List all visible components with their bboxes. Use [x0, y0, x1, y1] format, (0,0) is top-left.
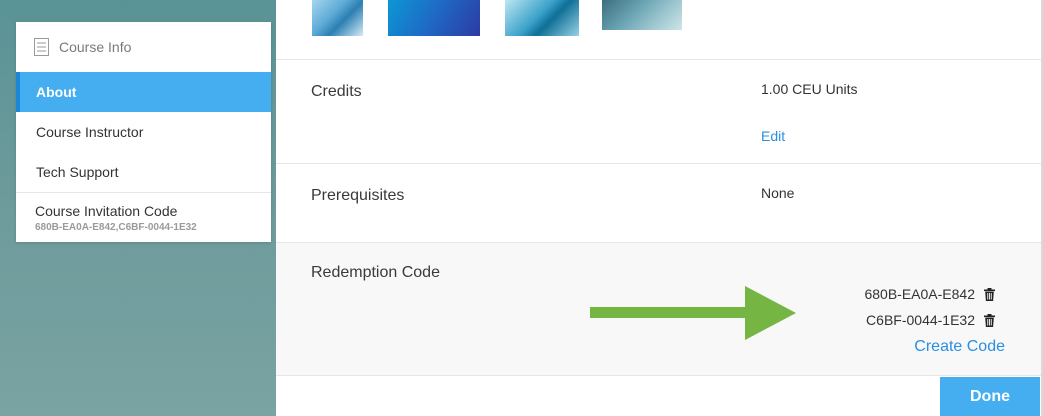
sidebar-header: Course Info — [16, 22, 271, 72]
course-about-panel: Credits 1.00 CEU Units Edit Prerequisite… — [276, 0, 1043, 416]
prerequisites-row: Prerequisites None — [276, 164, 1041, 243]
trash-icon[interactable] — [984, 313, 995, 327]
invitation-code-values: 680B-EA0A-E842,C6BF-0044-1E32 — [35, 222, 197, 233]
prerequisites-label: Prerequisites — [311, 187, 405, 204]
course-image-thumbnails — [276, 0, 1041, 60]
sidebar-header-title: Course Info — [59, 39, 132, 55]
redemption-code-value: 680B-EA0A-E842 — [864, 286, 975, 302]
sidebar-item-label: About — [36, 84, 77, 100]
done-button[interactable]: Done — [940, 377, 1040, 416]
document-icon — [34, 38, 49, 56]
redemption-code-item: 680B-EA0A-E842 — [864, 286, 995, 302]
sidebar-item-label: Course Instructor — [36, 124, 144, 140]
sidebar-item-about[interactable]: About — [16, 72, 271, 112]
sidebar-item-invitation-code[interactable]: Course Invitation Code 680B-EA0A-E842,C6… — [16, 192, 271, 242]
green-arrow-annotation — [590, 286, 796, 340]
credits-row: Credits 1.00 CEU Units Edit — [276, 60, 1041, 164]
redemption-code-row: Redemption Code 680B-EA0A-E842 C6BF-0044… — [276, 243, 1041, 376]
course-image-thumbnail[interactable] — [505, 0, 579, 36]
course-sidebar: Course Info About Course Instructor Tech… — [16, 22, 271, 242]
course-image-thumbnail[interactable] — [602, 0, 682, 30]
redemption-code-label: Redemption Code — [311, 264, 440, 281]
sidebar-item-course-instructor[interactable]: Course Instructor — [16, 112, 271, 152]
sidebar-item-label: Tech Support — [36, 164, 119, 180]
invitation-code-label: Course Invitation Code — [35, 203, 178, 219]
redemption-code-value: C6BF-0044-1E32 — [866, 312, 975, 328]
edit-credits-link[interactable]: Edit — [761, 128, 785, 144]
redemption-code-item: C6BF-0044-1E32 — [866, 312, 995, 328]
credits-value: 1.00 CEU Units — [761, 81, 858, 97]
credits-label: Credits — [311, 83, 362, 100]
create-code-link[interactable]: Create Code — [914, 338, 1005, 356]
prerequisites-value: None — [761, 185, 795, 201]
sidebar-item-tech-support[interactable]: Tech Support — [16, 152, 271, 192]
course-image-thumbnail[interactable] — [312, 0, 363, 36]
course-image-thumbnail[interactable] — [388, 0, 480, 36]
trash-icon[interactable] — [984, 287, 995, 301]
